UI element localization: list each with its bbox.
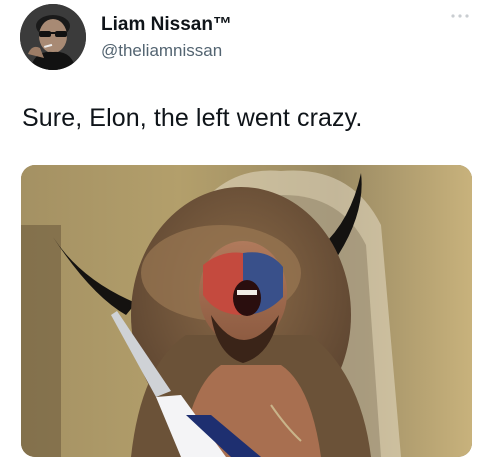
tweet-photo-image [21,165,472,457]
tweet-text: Sure, Elon, the left went crazy. [22,104,363,132]
avatar[interactable] [20,4,86,70]
tweet-photo[interactable] [21,165,472,457]
author-handle[interactable]: @theliamnissan [101,41,222,61]
avatar-photo [20,4,86,70]
author-name[interactable]: Liam Nissan™ [101,14,232,36]
more-options-button[interactable] [448,10,472,22]
ellipsis-icon [451,14,469,18]
